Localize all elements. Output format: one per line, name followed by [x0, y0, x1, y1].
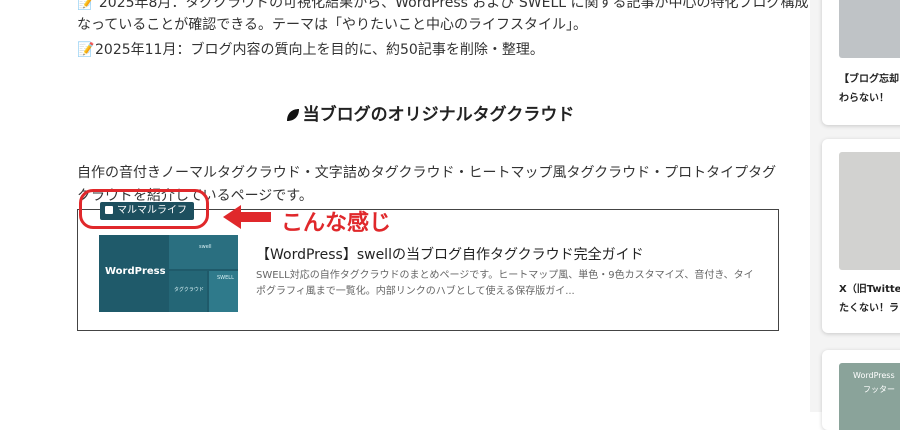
sidebar-card-1[interactable]: 【ブログ忘却 わらない！	[822, 0, 900, 125]
thumbnail-label-1: swell	[199, 244, 212, 250]
sidebar-card-1-title-2: わらない！	[839, 93, 889, 104]
thumbnail-title: WordPress	[105, 266, 166, 277]
sidebar-card-2-thumbnail	[839, 152, 900, 270]
sidebar-card-1-thumbnail	[839, 0, 900, 58]
thumbnail-label-2: SWELL	[217, 275, 234, 281]
history-line-3: 📝2025年11月：ブログ内容の質向上を目的に、約50記事を削除・整理。	[77, 40, 544, 60]
card-description: SWELL対応の自作タグクラウドのまとめページです。ヒートマップ風、単色・9色カ…	[256, 270, 754, 297]
sidebar-card-3-thumbnail: WordPress フッター	[839, 363, 900, 430]
card-thumbnail: WordPress swell SWELL タグクラウド	[99, 235, 238, 312]
annotation-highlight-box	[79, 189, 209, 229]
history-line-2-text: なっていることが確認できる。テーマは「やりたいこと中心のライフスタイル」。	[77, 17, 588, 33]
section-heading-text: 当ブログのオリジナルタグクラウド	[302, 105, 575, 125]
sidebar-card-2-title-1: X（旧Twitte	[839, 284, 900, 295]
sidebar-card-1-title-1: 【ブログ忘却	[839, 74, 899, 85]
memo-icon: 📝	[77, 42, 95, 58]
history-line-3-text: 2025年11月：ブログ内容の質向上を目的に、約50記事を削除・整理。	[95, 42, 544, 58]
sidebar-card-2-title-2: たくない！ラ	[839, 303, 899, 314]
history-line-1: 📝 2025年8月：タグクラウドの可視化結果から、WordPress および S…	[77, 0, 823, 13]
history-line-1-text: 📝 2025年8月：タグクラウドの可視化結果から、WordPress および S…	[77, 0, 823, 11]
thumbnail-label-3: タグクラウド	[174, 287, 204, 293]
sidebar-card-3-thumb-text: WordPress	[853, 371, 895, 380]
annotation-callout: こんな感じ	[281, 211, 392, 236]
card-title[interactable]: 【WordPress】swellの当ブログ自作タグクラウド完全ガイド	[256, 244, 644, 264]
annotation-arrow-icon	[223, 205, 271, 229]
leaf-icon	[286, 109, 299, 121]
section-heading: 当ブログのオリジナルタグクラウド	[0, 100, 860, 125]
sidebar-card-3-thumb-text-2: フッター	[863, 385, 895, 394]
sidebar-card-3[interactable]: WordPress フッター	[822, 350, 900, 430]
sidebar-card-2[interactable]: X（旧Twitte たくない！ラ	[822, 139, 900, 333]
history-line-2: なっていることが確認できる。テーマは「やりたいこと中心のライフスタイル」。	[77, 15, 587, 35]
main-content: 📝 2025年8月：タグクラウドの可視化結果から、WordPress および S…	[0, 0, 823, 412]
